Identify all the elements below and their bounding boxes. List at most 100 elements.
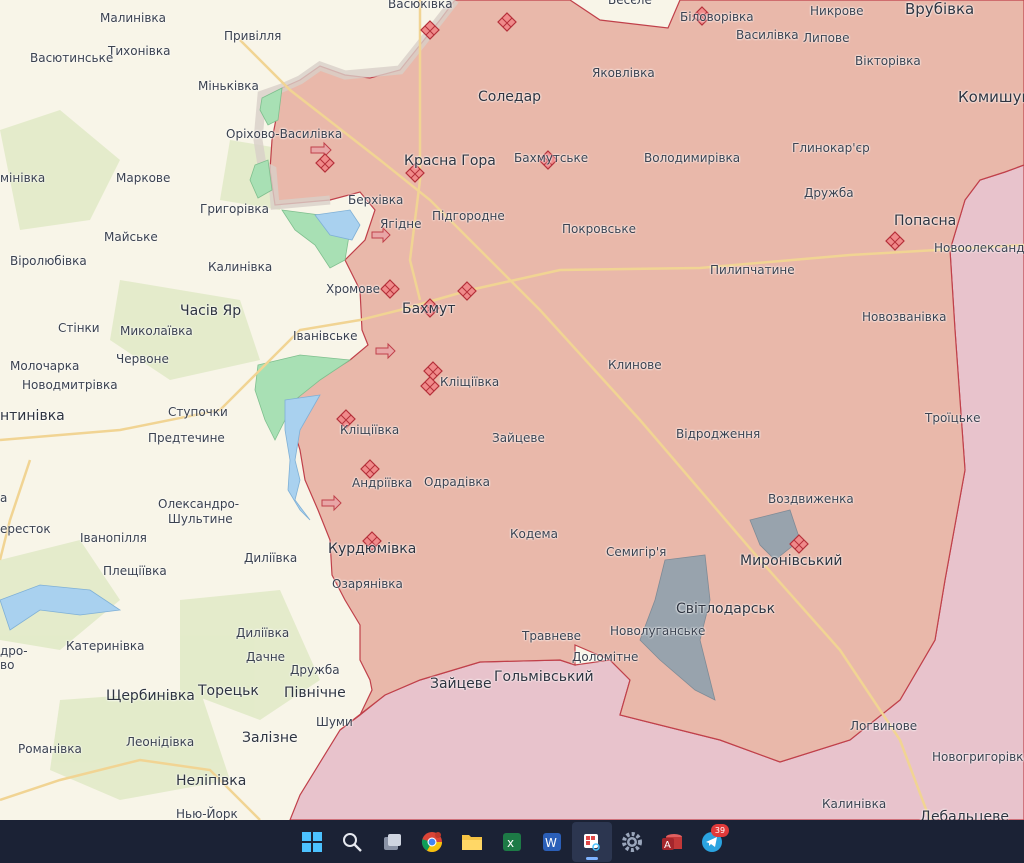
place-label: Липове — [803, 31, 850, 45]
place-label: Воздвиженка — [768, 492, 854, 506]
gear-icon — [622, 831, 642, 852]
place-label: Віролюбівка — [10, 254, 87, 268]
folder-icon — [462, 834, 482, 850]
place-label: Ступочки — [168, 405, 228, 419]
place-label: мінівка — [0, 171, 46, 185]
place-label: Троїцьке — [925, 411, 981, 425]
map-view[interactable]: Малинівка Васюківка Весєле Біловорівка Никро… — [0, 0, 1024, 824]
access-icon: A — [662, 833, 682, 851]
place-label: Тихонівка — [108, 44, 171, 58]
taskbar: x W A 39 — [0, 820, 1024, 863]
excel-icon: x — [503, 832, 521, 851]
place-label: Міньківка — [198, 79, 259, 93]
place-label: Андріївка — [352, 476, 413, 490]
place-label: Логвинове — [850, 719, 918, 733]
place-label: Диліївка — [244, 551, 298, 565]
telegram-button[interactable]: 39 — [692, 822, 732, 862]
place-label: Миронівський — [740, 553, 843, 569]
settings-button[interactable] — [612, 822, 652, 862]
word-button[interactable]: W — [532, 822, 572, 862]
place-label: Зайцеве — [492, 431, 545, 445]
place-label: Красна Гора — [404, 153, 496, 169]
place-label: Підгородне — [432, 209, 505, 223]
place-label: Миколаївка — [120, 324, 193, 338]
place-label: Кліщіївка — [340, 423, 400, 437]
snipping-icon — [584, 833, 600, 851]
occupied-territory — [269, 0, 1024, 763]
place-label: Пилипчатине — [710, 263, 795, 277]
place-label: Новоолександрів — [934, 241, 1024, 255]
place-label: Молочарка — [10, 359, 80, 373]
place-label: Іванівське — [293, 329, 358, 343]
place-label: Новозванівка — [862, 310, 947, 324]
place-label: Берхівка — [348, 193, 404, 207]
place-label: Ягідне — [380, 217, 422, 231]
place-label: Глинокар'єр — [792, 141, 870, 155]
svg-text:A: A — [664, 840, 671, 851]
place-label: Василівка — [736, 28, 799, 42]
place-label: Іванопілля — [80, 531, 147, 545]
place-label: Вікторівка — [855, 54, 921, 68]
place-label: Кліщіївка — [440, 375, 500, 389]
place-label: Оріхово-Василівка — [226, 127, 343, 141]
place-label: Відродження — [676, 427, 761, 441]
place-label: Зайцеве — [430, 676, 492, 692]
search-button[interactable] — [332, 822, 372, 862]
place-label: Попасна — [894, 213, 957, 229]
place-label: Одрадівка — [424, 475, 491, 489]
place-label: Нью-Йорк — [176, 807, 238, 821]
place-label: нтинівка — [0, 408, 65, 424]
place-label: Біловорівка — [680, 10, 754, 24]
place-label: Малинівка — [100, 11, 167, 25]
task-view-button[interactable] — [372, 822, 412, 862]
svg-text:x: x — [507, 836, 514, 850]
place-label: дро- — [0, 644, 28, 658]
place-label: Червоне — [116, 352, 169, 366]
place-label: Бахмутське — [514, 151, 589, 165]
place-label: Привілля — [224, 29, 282, 43]
place-label: Клинове — [608, 358, 662, 372]
place-label: Весєле — [608, 0, 652, 7]
chrome-button[interactable] — [412, 822, 452, 862]
windows-icon — [302, 831, 322, 852]
place-label: Диліївка — [236, 626, 290, 640]
place-label: Соледар — [478, 89, 542, 105]
place-label: Олександро- — [158, 497, 240, 511]
place-label: Васюківка — [388, 0, 453, 11]
place-label: Курдюмівка — [328, 541, 417, 557]
place-label: а — [0, 491, 8, 505]
place-label: Володимирівка — [644, 151, 741, 165]
place-label: Озарянівка — [332, 577, 403, 591]
place-label: Покровське — [562, 222, 636, 236]
place-label: Васютинське — [30, 51, 114, 65]
place-label: Дружба — [290, 663, 340, 677]
notification-badge: 39 — [711, 823, 729, 837]
place-label: Новогригорівка — [932, 750, 1024, 764]
snipping-tool-button[interactable] — [572, 821, 612, 862]
place-label: ересток — [0, 522, 51, 536]
place-label: Яковлівка — [592, 66, 655, 80]
svg-text:W: W — [545, 836, 557, 850]
place-label: Майське — [104, 230, 158, 244]
place-label: Часів Яр — [180, 303, 242, 319]
place-label: Шультине — [168, 512, 233, 526]
excel-button[interactable]: x — [492, 822, 532, 862]
place-label: Кодема — [510, 527, 558, 541]
place-label: Бахмут — [402, 301, 456, 317]
place-label: Світлодарськ — [676, 601, 776, 617]
access-button[interactable]: A — [652, 822, 692, 862]
place-label: Семигір'я — [606, 545, 667, 559]
place-label: Хромове — [326, 282, 381, 296]
place-label: во — [0, 658, 15, 672]
place-label: Новодмитрівка — [22, 378, 118, 392]
start-button[interactable] — [292, 822, 332, 862]
place-label: Щербинівка — [106, 688, 195, 704]
place-label: Шуми — [316, 715, 353, 729]
place-label: Дачне — [246, 650, 286, 664]
file-explorer-button[interactable] — [452, 822, 492, 862]
place-label: Григорівка — [200, 202, 270, 216]
word-icon: W — [543, 832, 561, 851]
place-label: Леонідівка — [126, 735, 195, 749]
place-label: Катеринівка — [66, 639, 145, 653]
place-label: Травневе — [522, 629, 582, 643]
